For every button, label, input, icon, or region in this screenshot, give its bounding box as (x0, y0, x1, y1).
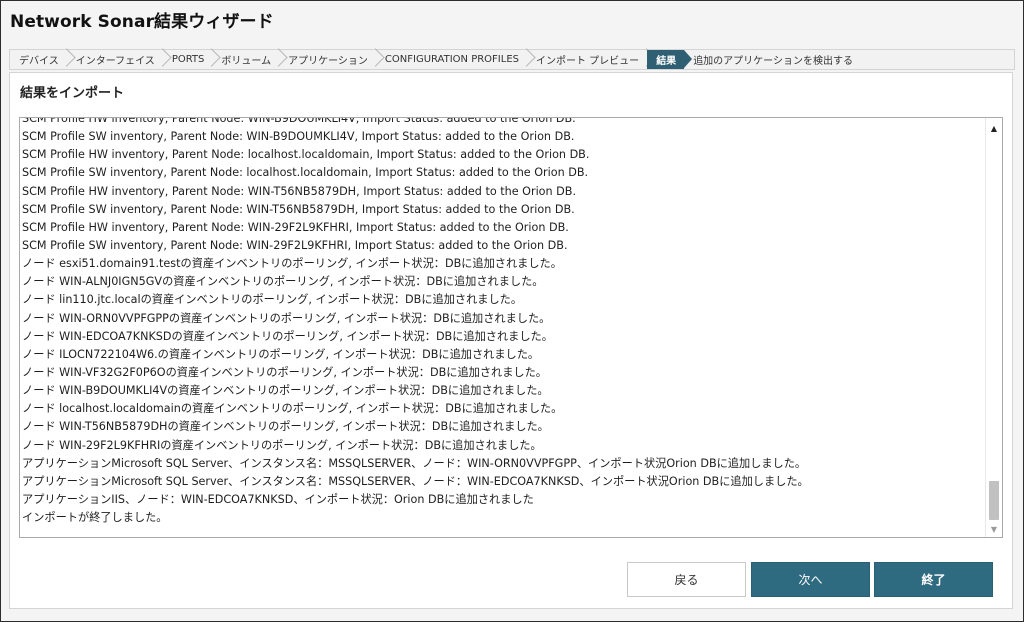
step-results[interactable]: 結果 (647, 50, 693, 69)
step-interfaces[interactable]: インターフェイス (67, 50, 163, 69)
log-line: ノード WIN-T56NB5879DHの資産インベントリのポーリング, インポー… (22, 420, 549, 434)
log-line: ノード esxi51.domain91.testの資産インベントリのポーリング,… (22, 257, 562, 271)
log-line: SCM Profile SW inventory, Parent Node: l… (22, 166, 589, 180)
log-line: SCM Profile HW inventory, Parent Node: W… (22, 117, 576, 125)
log-line: ノード localhost.localdomainの資産インベントリのポーリング… (22, 402, 563, 416)
log-line: インポートが終了しました。 (22, 511, 168, 525)
step-configuration-profiles[interactable]: CONFIGURATION PROFILES (376, 50, 527, 69)
log-line: ノード WIN-B9DOUMKLI4Vの資産インベントリのポーリング, インポー… (22, 384, 549, 398)
step-import-preview[interactable]: インポート プレビュー (527, 50, 647, 69)
next-button[interactable]: 次へ (751, 562, 870, 597)
step-volumes[interactable]: ボリューム (212, 50, 279, 69)
log-scrollbar[interactable]: ▲ ▼ (985, 118, 1002, 537)
log-line: SCM Profile SW inventory, Parent Node: W… (22, 130, 575, 144)
finish-button[interactable]: 終了 (874, 562, 993, 597)
log-line: SCM Profile HW inventory, Parent Node: W… (22, 184, 577, 198)
log-line: ノード WIN-29F2L9KFHRIの資産インベントリのポーリング, インポー… (22, 438, 542, 452)
log-line: ノード ILOCN722104W6.の資産インベントリのポーリング, インポート… (22, 347, 540, 361)
log-lines: SCM Profile HW inventory, Parent Node: W… (22, 117, 972, 527)
step-discover-additional-applications[interactable]: 追加のアプリケーションを検出する (684, 50, 861, 69)
results-panel: 結果をインポート SCM Profile HW inventory, Paren… (9, 72, 1013, 609)
import-log[interactable]: SCM Profile HW inventory, Parent Node: W… (19, 117, 1003, 538)
step-applications[interactable]: アプリケーション (279, 50, 376, 69)
log-line: SCM Profile HW inventory, Parent Node: W… (22, 220, 569, 234)
window-title: Network Sonar結果ウィザード (10, 12, 274, 32)
log-line: ノード lin110.jtc.localの資産インベントリのポーリング, インポ… (22, 293, 523, 307)
panel-title: 結果をインポート (20, 86, 125, 101)
step-ports[interactable]: PORTS (163, 50, 213, 69)
wizard-window: Network Sonar結果ウィザード デバイス インターフェイス PORTS… (0, 0, 1024, 622)
log-line: アプリケーションMicrosoft SQL Server、インスタンス名：MSS… (22, 456, 807, 470)
scroll-up-icon[interactable]: ▲ (986, 120, 1002, 136)
log-line: SCM Profile SW inventory, Parent Node: W… (22, 202, 575, 216)
log-line: アプリケーションIIS、ノード：WIN-EDCOA7KNKSD、インポート状況：… (22, 492, 534, 506)
scroll-down-icon[interactable]: ▼ (986, 521, 1002, 537)
scroll-thumb[interactable] (989, 481, 999, 520)
wizard-steps: デバイス インターフェイス PORTS ボリューム アプリケーション CONFI… (9, 49, 1015, 70)
log-line: ノード WIN-VF32G2F0P6Oの資産インベントリのポーリング, インポー… (22, 365, 547, 379)
log-line: SCM Profile HW inventory, Parent Node: l… (22, 148, 590, 162)
step-devices[interactable]: デバイス (10, 50, 67, 69)
log-line: ノード WIN-EDCOA7KNKSDの資産インベントリのポーリング, インポー… (22, 329, 553, 343)
log-line: アプリケーションMicrosoft SQL Server、インスタンス名：MSS… (22, 474, 809, 488)
log-line: ノード WIN-ORN0VVPFGPPの資産インベントリのポーリング, インポー… (22, 311, 551, 325)
log-line: ノード WIN-ALNJ0IGN5GVの資産インベントリのポーリング, インポー… (22, 275, 544, 289)
log-line: SCM Profile SW inventory, Parent Node: W… (22, 238, 568, 252)
back-button[interactable]: 戻る (627, 562, 746, 597)
